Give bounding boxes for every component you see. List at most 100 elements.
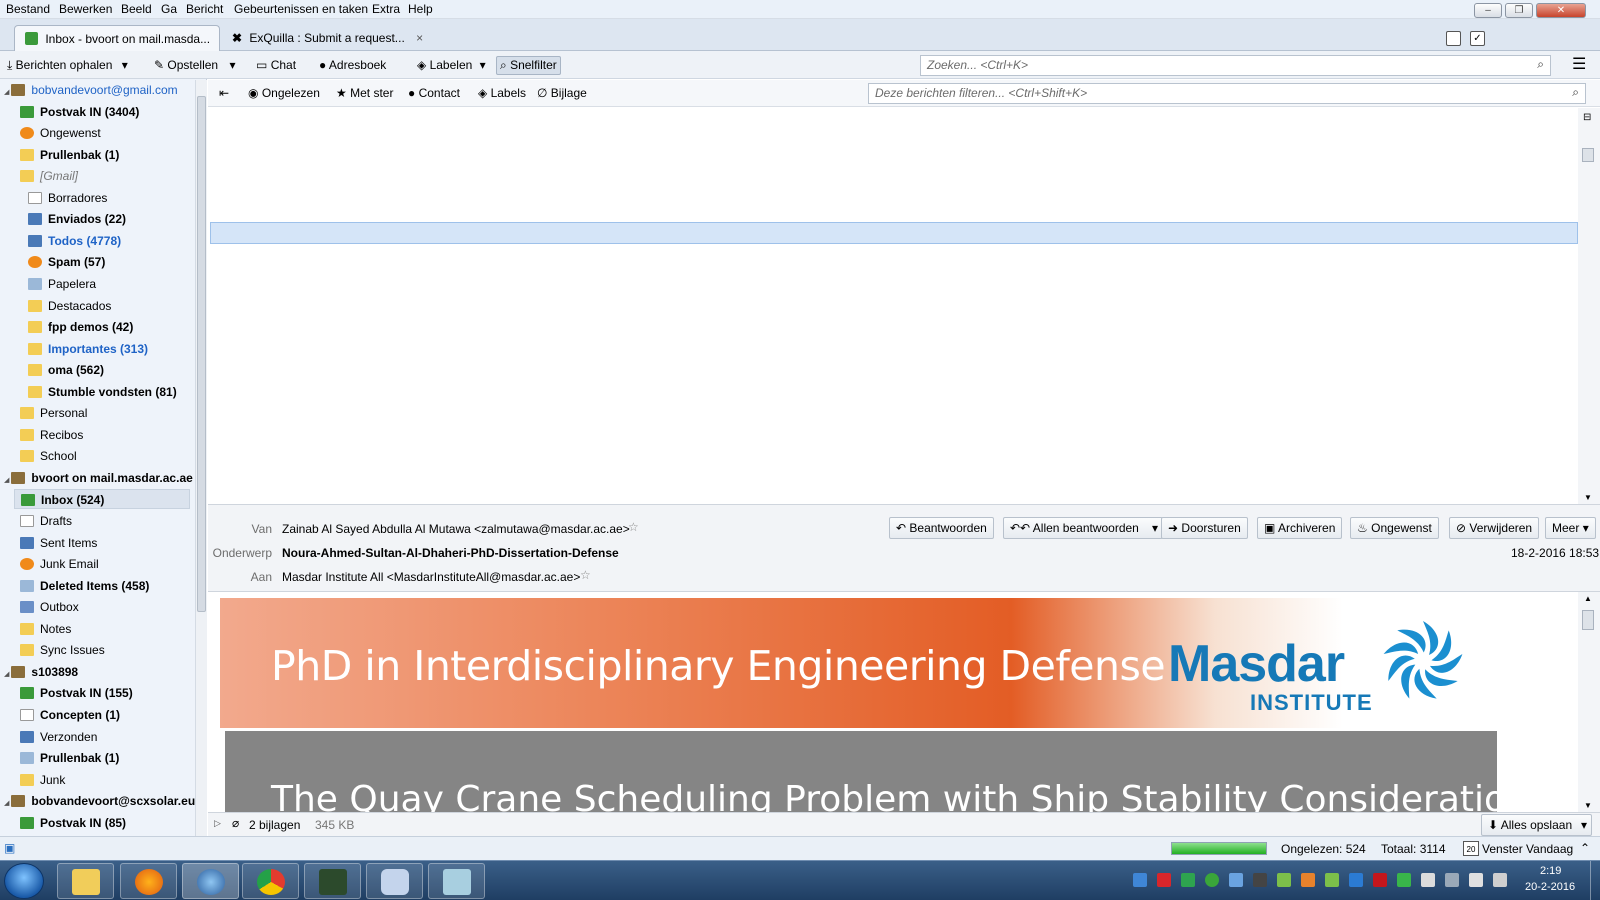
star-icon[interactable]: ☆ <box>628 520 639 534</box>
tray-refresh-icon[interactable] <box>1205 873 1219 887</box>
menu-events-tasks[interactable]: Gebeurtenissen en taken <box>234 2 368 16</box>
taskbar-terminal[interactable] <box>304 863 361 899</box>
compose-button[interactable]: ✎ Opstellen ▾ <box>150 56 239 75</box>
clock-date[interactable]: 20-2-2016 <box>1525 881 1575 893</box>
quick-filter-button[interactable]: ⌕ Snelfilter <box>496 56 561 75</box>
delete-button[interactable]: ⊘ Verwijderen <box>1449 517 1540 539</box>
folder-item[interactable]: Recibos <box>20 425 83 445</box>
filter-attachment-button[interactable]: ∅ Bijlage <box>533 84 591 103</box>
menu-help[interactable]: Help <box>408 2 433 16</box>
folder-item[interactable]: Postvak IN (85) <box>20 813 126 833</box>
app-menu-icon[interactable]: ☰ <box>1572 57 1586 73</box>
folder-item[interactable]: Outbox <box>20 597 79 617</box>
network-status-icon[interactable]: ▣ <box>4 841 15 855</box>
tray-dropbox-icon[interactable] <box>1349 873 1363 887</box>
scroll-down-icon[interactable]: ▼ <box>1584 801 1592 810</box>
calendar-day-icon[interactable]: 20 <box>1463 841 1479 856</box>
message-list-scrollbar[interactable]: ⊟ ▼ <box>1578 108 1600 504</box>
chevron-down-icon[interactable]: ▾ <box>122 58 128 72</box>
sticky-pin-icon[interactable]: ⇤ <box>215 84 233 103</box>
scroll-thumb[interactable] <box>1582 610 1594 630</box>
menu-message[interactable]: Bericht <box>186 2 223 16</box>
tray-mail-icon[interactable] <box>1277 873 1291 887</box>
folder-item[interactable]: Ongewenst <box>20 123 101 143</box>
tray-doc-icon[interactable] <box>1229 873 1243 887</box>
tray-flag-icon[interactable] <box>1421 873 1435 887</box>
filter-unread-button[interactable]: ◉ Ongelezen <box>244 84 324 103</box>
folder-item[interactable]: Importantes (313) <box>28 339 148 359</box>
filter-contact-button[interactable]: ● Contact <box>404 84 464 103</box>
archive-button[interactable]: ▣ Archiveren <box>1257 517 1343 539</box>
save-all-button[interactable]: ⬇ Alles opslaan ▾ <box>1481 814 1592 836</box>
restore-button[interactable]: ❐ <box>1505 3 1533 18</box>
scroll-down-icon[interactable]: ▼ <box>1584 493 1592 502</box>
folder-item[interactable]: Inbox (524) <box>14 489 190 509</box>
tray-pdf-icon[interactable] <box>1373 873 1387 887</box>
expand-twisty-icon[interactable]: ◢ <box>4 89 9 96</box>
folder-item[interactable]: Enviados (22) <box>28 209 126 229</box>
tray-printer-icon[interactable] <box>1253 873 1267 887</box>
tab-inbox[interactable]: Inbox - bvoort on mail.masda... <box>14 25 220 51</box>
folder-item[interactable]: Prullenbak (1) <box>20 748 119 768</box>
reply-all-button[interactable]: ↶↶ Allen beantwoorden ▾ <box>1003 517 1163 539</box>
folder-item[interactable]: fpp demos (42) <box>28 317 133 337</box>
chevron-down-icon[interactable]: ▾ <box>229 58 235 72</box>
tasks-icon[interactable]: ✓ <box>1470 31 1485 46</box>
search-input[interactable]: Zoeken... <Ctrl+K> ⌕ <box>920 55 1551 76</box>
folder-item[interactable]: Prullenbak (1) <box>20 145 119 165</box>
start-button[interactable] <box>4 863 44 899</box>
to-value[interactable]: Masdar Institute All <MasdarInstituteAll… <box>282 570 580 584</box>
junk-button[interactable]: ♨ Ongewenst <box>1350 517 1439 539</box>
menu-edit[interactable]: Bewerken <box>59 2 112 16</box>
tray-network-icon[interactable] <box>1133 873 1147 887</box>
folder-item[interactable]: Junk Email <box>20 554 99 574</box>
folder-item[interactable]: [Gmail] <box>20 166 78 186</box>
folder-item[interactable]: Verzonden <box>20 727 97 747</box>
folder-item[interactable]: ◢ bobvandevoort@gmail.com <box>4 80 178 100</box>
expand-twisty-icon[interactable]: ◢ <box>4 800 9 807</box>
attachment-count[interactable]: 2 bijlagen <box>249 818 300 832</box>
expand-twisty-icon[interactable]: ◢ <box>4 477 9 484</box>
taskbar-chrome[interactable] <box>242 863 299 899</box>
folder-item[interactable]: Postvak IN (155) <box>20 683 133 703</box>
folder-item[interactable]: Notes <box>20 619 71 639</box>
taskbar-thunderbird[interactable] <box>182 863 239 899</box>
selected-message-row[interactable] <box>210 222 1578 244</box>
folder-item[interactable]: Concepten (1) <box>20 705 120 725</box>
show-desktop-button[interactable] <box>1590 861 1600 900</box>
menu-view[interactable]: Beeld <box>121 2 152 16</box>
folder-item[interactable]: School <box>20 446 77 466</box>
menu-go[interactable]: Ga <box>161 2 177 16</box>
filter-messages-input[interactable]: Deze berichten filteren... <Ctrl+Shift+K… <box>868 83 1586 104</box>
folder-item[interactable]: Sent Items <box>20 533 97 553</box>
folder-item[interactable]: Destacados <box>28 296 111 316</box>
tray-mail2-icon[interactable] <box>1325 873 1339 887</box>
taskbar-firefox[interactable] <box>120 863 177 899</box>
clock-time[interactable]: 2:19 <box>1540 865 1561 877</box>
tray-acrobat-icon[interactable] <box>1157 873 1171 887</box>
tab-exquilla[interactable]: ✖ ExQuilla : Submit a request... × <box>224 25 424 51</box>
scroll-up-icon[interactable]: ▲ <box>1584 594 1592 603</box>
folder-item[interactable]: Drafts <box>20 511 72 531</box>
folder-item[interactable]: oma (562) <box>28 360 104 380</box>
folder-item[interactable]: ◢ s103898 <box>4 662 78 682</box>
taskbar-app-shield[interactable] <box>366 863 423 899</box>
forward-button[interactable]: ➜ Doorsturen <box>1161 517 1248 539</box>
close-tab-icon[interactable]: × <box>416 31 423 45</box>
tray-orange-icon[interactable] <box>1301 873 1315 887</box>
folder-item[interactable]: Sync Issues <box>20 640 105 660</box>
today-pane-toggle[interactable]: Venster Vandaag <box>1482 842 1573 856</box>
folder-item[interactable]: Borradores <box>28 188 107 208</box>
chevron-down-icon[interactable]: ▾ <box>1581 815 1587 835</box>
scroll-thumb[interactable] <box>1582 148 1594 162</box>
folder-item[interactable]: Postvak IN (3404) <box>20 102 139 122</box>
folder-item[interactable]: Todos (4778) <box>28 231 121 251</box>
folder-pane-scrollbar[interactable] <box>195 80 207 837</box>
column-picker-icon[interactable]: ⊟ <box>1583 112 1591 123</box>
from-value[interactable]: Zainab Al Sayed Abdulla Al Mutawa <zalmu… <box>282 522 630 536</box>
message-body-scrollbar[interactable]: ▲ ▼ <box>1578 592 1600 812</box>
chevron-up-icon[interactable]: ⌃ <box>1580 841 1590 855</box>
address-book-button[interactable]: ● Adresboek <box>315 56 390 75</box>
folder-item[interactable]: Stumble vondsten (81) <box>28 382 177 402</box>
tag-button[interactable]: ◈ Labelen ▾ <box>413 56 490 75</box>
